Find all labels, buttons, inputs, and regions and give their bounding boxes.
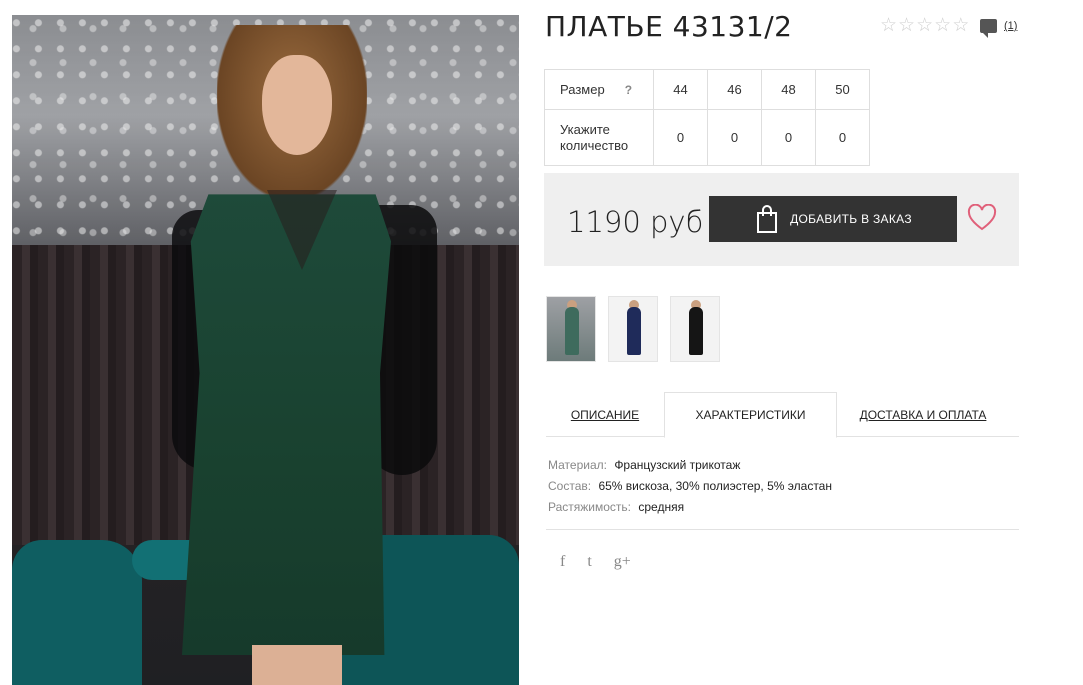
thumbnail-black-dress[interactable] [670,296,720,362]
spec-row-stretch: Растяжимость: средняя [548,497,832,518]
star-outline-icon[interactable]: ☆ [916,16,933,35]
quantity-input-48[interactable]: 0 [761,109,816,166]
thumbnail-model-dress [627,307,641,355]
tab-delivery[interactable]: ДОСТАВКА И ОПЛАТА [837,392,1009,437]
quantity-input-50[interactable]: 0 [815,109,870,166]
size-label-cell: Размер? [544,69,654,110]
star-outline-icon[interactable]: ☆ [898,16,915,35]
google-plus-icon[interactable]: g+ [614,553,631,571]
dress [182,194,391,655]
thumbnail-model-dress [689,307,703,355]
quantity-input-46[interactable]: 0 [707,109,762,166]
tab-characteristics[interactable]: ХАРАКТЕРИСТИКИ [664,392,837,438]
twitter-icon[interactable]: t [587,553,591,571]
spec-row-material: Материал: Французский трикотаж [548,455,832,476]
size-row: Размер? 44 46 48 50 [544,69,870,110]
rating-stars[interactable]: ☆ ☆ ☆ ☆ ☆ [880,16,969,35]
add-to-order-button[interactable]: ДОБАВИТЬ В ЗАКАЗ [709,196,957,242]
thumbnail-model-dress [565,307,579,355]
size-table: Размер? 44 46 48 50 Укажите количество 0… [544,69,870,166]
size-option-48: 48 [761,69,816,110]
size-option-46: 46 [707,69,762,110]
comments-count-link[interactable]: (1) [1004,20,1017,32]
model-legs [252,645,342,685]
spec-value: 65% вискоза, 30% полиэстер, 5% эластан [598,479,832,493]
star-outline-icon[interactable]: ☆ [952,16,969,35]
quantity-input-44[interactable]: 0 [653,109,708,166]
size-option-44: 44 [653,69,708,110]
star-outline-icon[interactable]: ☆ [934,16,951,35]
model-face [262,55,332,155]
quantity-label: Укажите количество [544,109,654,166]
product-title: ПЛАТЬЕ 43131/2 [545,10,793,43]
facebook-icon[interactable]: f [560,553,565,571]
thumbnail-navy-dress[interactable] [608,296,658,362]
shopping-bag-icon [754,204,780,234]
photo-chair [12,540,142,685]
spec-key: Состав: [548,479,592,493]
characteristics-list: Материал: Французский трикотаж Состав: 6… [548,455,832,518]
main-product-photo[interactable] [12,15,519,685]
spec-row-composition: Состав: 65% вискоза, 30% полиэстер, 5% э… [548,476,832,497]
size-label: Размер [560,81,605,97]
add-to-order-label: ДОБАВИТЬ В ЗАКАЗ [790,212,912,226]
spec-value: Французский трикотаж [614,458,741,472]
social-share: f t g+ [560,553,631,571]
heart-icon[interactable] [967,204,997,232]
thumbnail-gallery [546,296,720,362]
quantity-row: Укажите количество 0 0 0 0 [544,109,870,166]
price-box: 1190 руб ДОБАВИТЬ В ЗАКАЗ [544,173,1019,266]
thumbnail-green-dress[interactable] [546,296,596,362]
comment-icon[interactable] [980,19,997,38]
spec-value: средняя [638,500,685,514]
divider [546,529,1019,530]
tab-description[interactable]: ОПИСАНИЕ [546,392,664,437]
size-option-50: 50 [815,69,870,110]
price: 1190 руб [567,205,704,239]
size-help-icon[interactable]: ? [625,83,632,97]
product-tabs: ОПИСАНИЕ ХАРАКТЕРИСТИКИ ДОСТАВКА И ОПЛАТ… [546,392,1019,438]
spec-key: Материал: [548,458,607,472]
spec-key: Растяжимость: [548,500,632,514]
star-outline-icon[interactable]: ☆ [880,16,897,35]
